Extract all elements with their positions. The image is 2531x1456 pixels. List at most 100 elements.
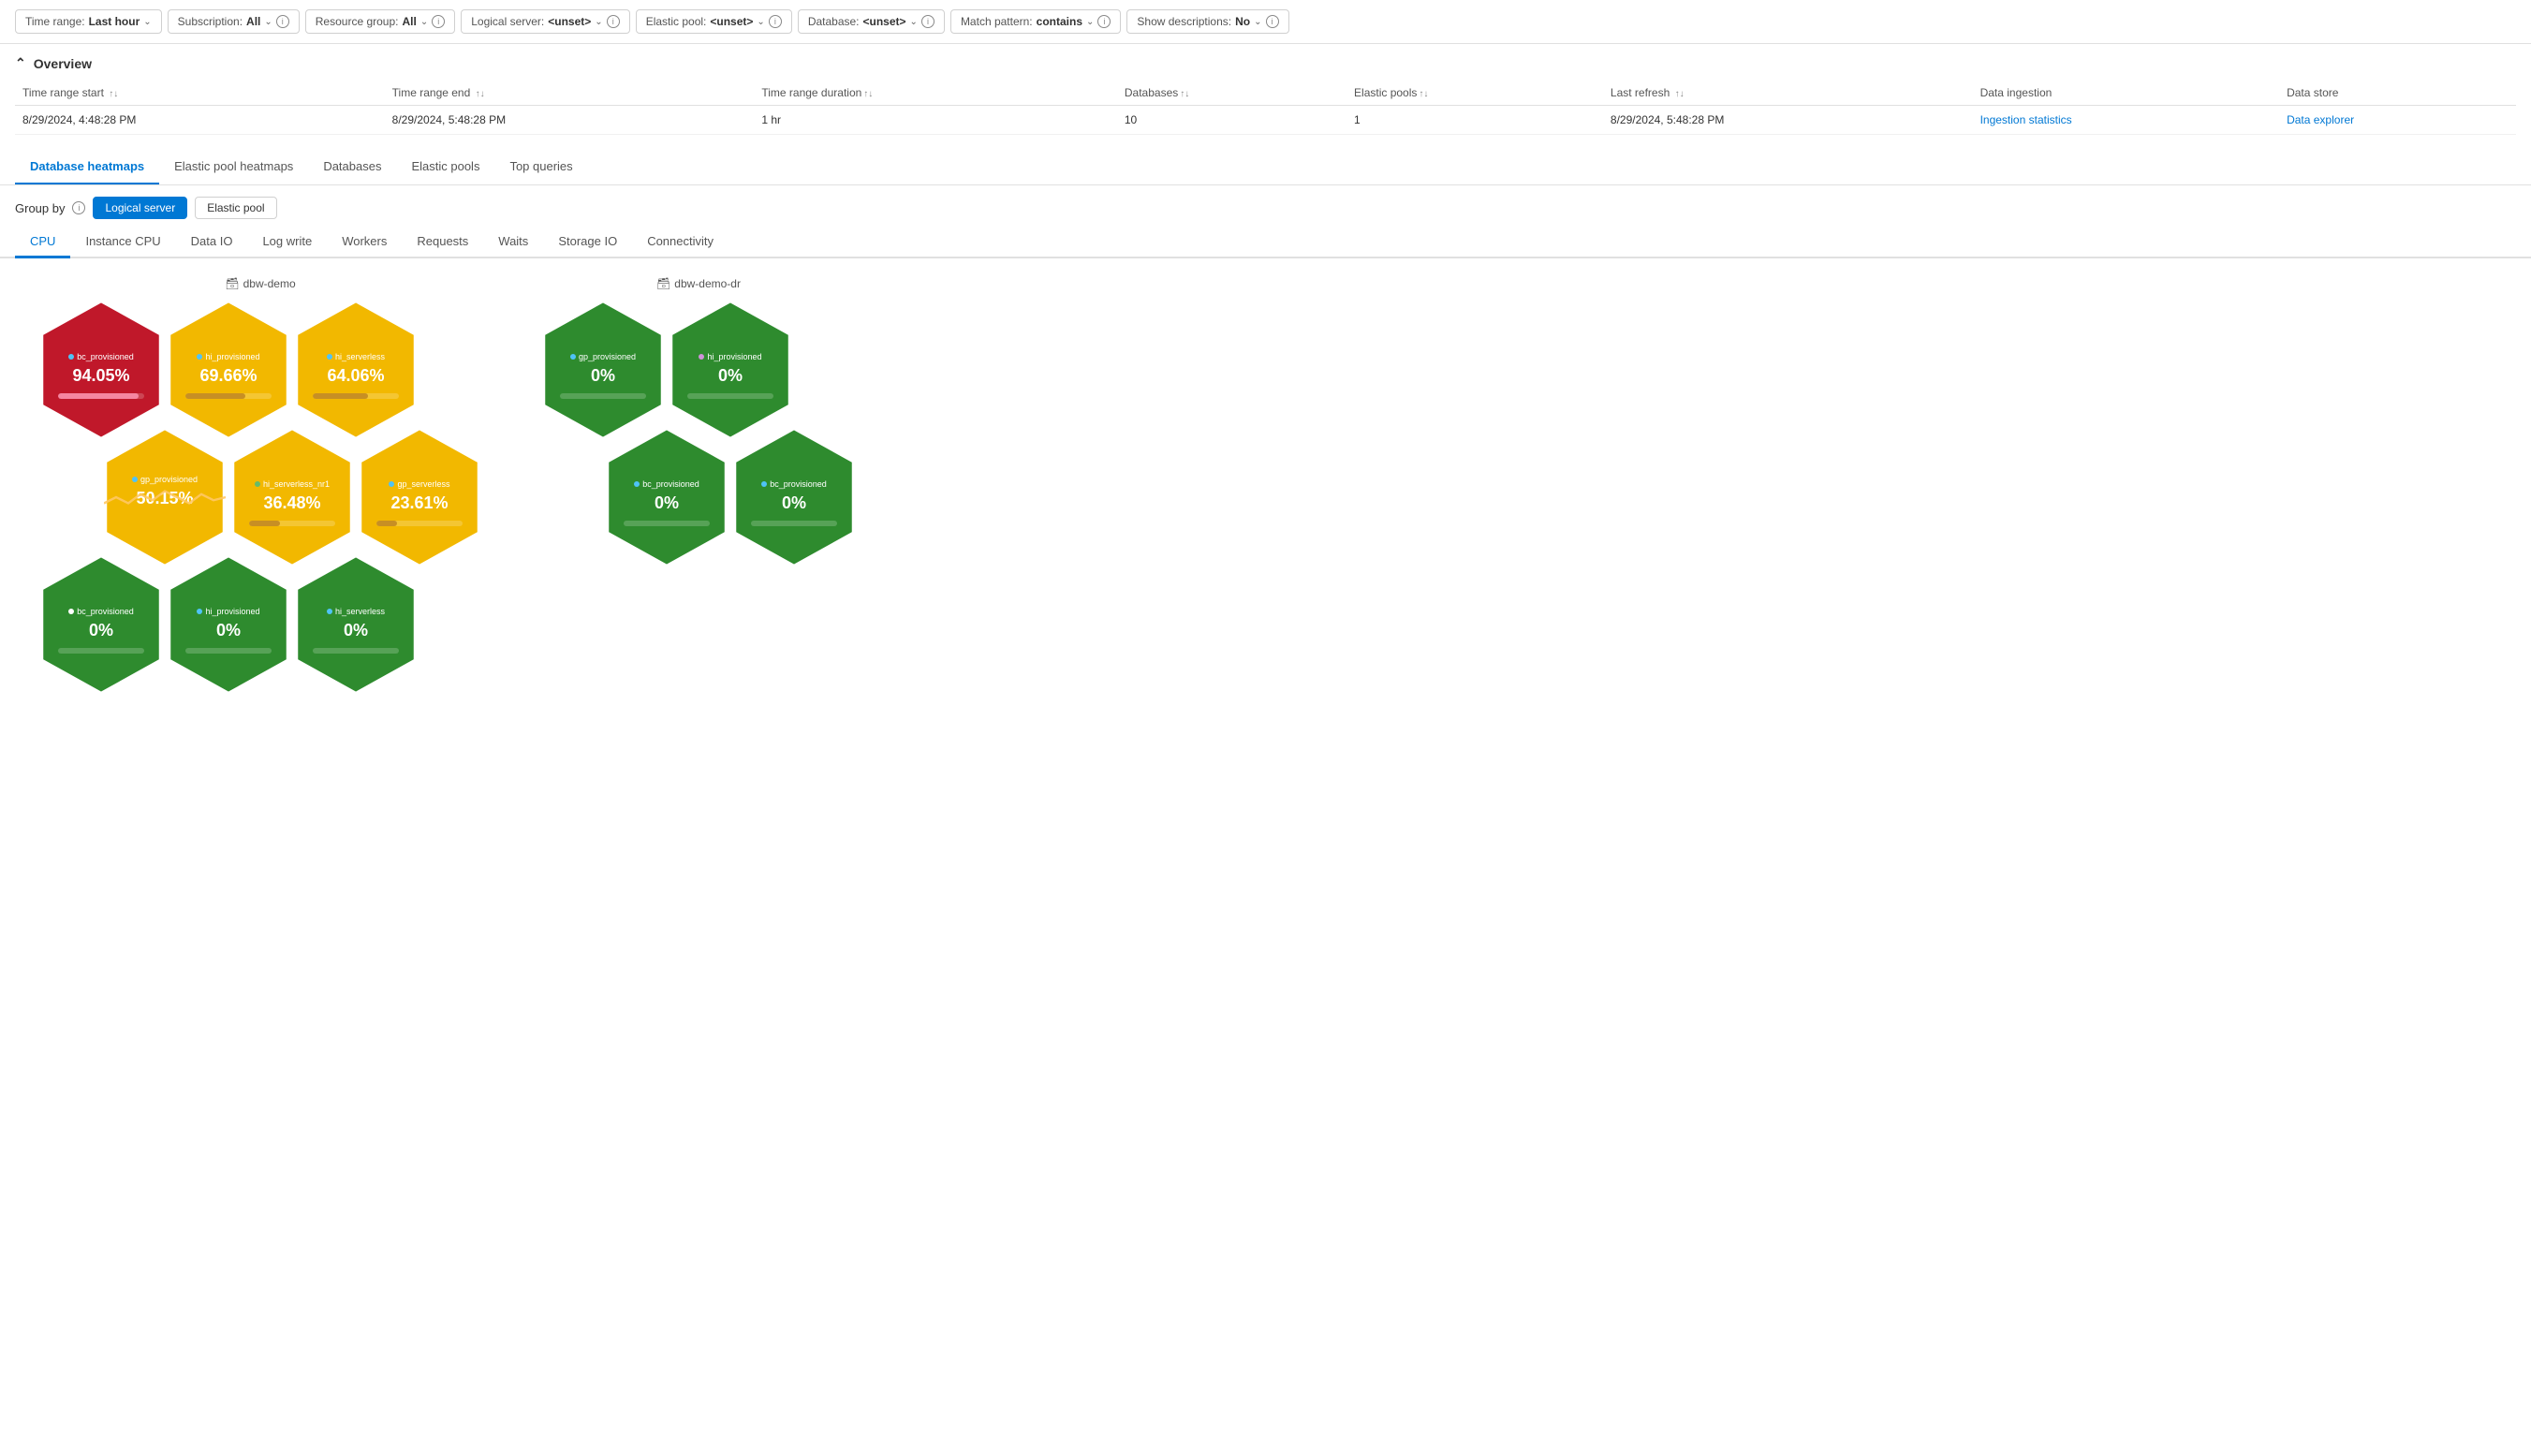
db-name: bc_provisioned [770, 479, 827, 490]
hex-cell[interactable]: hi_provisioned0% [670, 300, 791, 440]
bar-container [313, 393, 398, 399]
time-range-filter[interactable]: Time range: Last hour ⌄ [15, 9, 162, 34]
bar-container [376, 521, 462, 526]
logical-server-filter[interactable]: Logical server: <unset> ⌄ i [461, 9, 629, 34]
bar-container [687, 393, 773, 399]
overview-table: Time range start ↑↓ Time range end ↑↓ Ti… [15, 81, 2516, 135]
db-dot-icon [68, 354, 74, 360]
tab-top-queries[interactable]: Top queries [494, 150, 587, 184]
tab-elastic-pools[interactable]: Elastic pools [396, 150, 494, 184]
main-tabs: Database heatmaps Elastic pool heatmaps … [0, 150, 2531, 185]
hex-value: 0% [782, 493, 806, 513]
subtab-storage-io[interactable]: Storage IO [543, 227, 632, 258]
db-dot-icon [197, 354, 202, 360]
bar [249, 521, 280, 526]
hex-grid: bc_provisioned 94.05% hi_provisioned69.66… [37, 298, 483, 680]
hex-row: bc_provisioned0% hi_provisioned 0% hi_ser… [37, 552, 483, 697]
hex-cell[interactable]: gp_serverless23.61% [359, 427, 480, 567]
hex-value: 0% [591, 366, 615, 386]
col-last-refresh[interactable]: Last refresh ↑↓ [1603, 81, 1973, 106]
overview-title: Overview [34, 56, 92, 71]
elastic-pool-filter[interactable]: Elastic pool: <unset> ⌄ i [636, 9, 792, 34]
hex-value: 0% [655, 493, 679, 513]
hex-content: bc_provisioned 94.05% [40, 300, 162, 440]
bar-container [313, 648, 398, 654]
subtab-cpu[interactable]: CPU [15, 227, 70, 258]
col-elastic-pools[interactable]: Elastic pools↑↓ [1346, 81, 1603, 106]
subtab-waits[interactable]: Waits [483, 227, 543, 258]
db-name: hi_provisioned [205, 607, 259, 617]
subscription-filter[interactable]: Subscription: All ⌄ i [168, 9, 300, 34]
subtab-log-write[interactable]: Log write [247, 227, 327, 258]
subscription-chevron: ⌄ [264, 17, 272, 27]
group-logical-server[interactable]: Logical server [93, 197, 187, 219]
db-name: hi_serverless_nr1 [263, 479, 330, 490]
match-pattern-filter[interactable]: Match pattern: contains ⌄ i [950, 9, 1121, 34]
overview-header[interactable]: ⌃ Overview [15, 55, 2516, 71]
bar-container [751, 521, 836, 526]
hex-content: bc_provisioned0% [40, 554, 162, 695]
hex-cell[interactable]: gp_provisioned0% [542, 300, 664, 440]
subtab-data-io[interactable]: Data IO [176, 227, 248, 258]
hex-value: 94.05% [72, 366, 129, 386]
hex-cell[interactable]: hi_serverless_nr136.48% [231, 427, 353, 567]
logical-server-info-icon: i [607, 15, 620, 28]
db-dot-icon [327, 609, 332, 614]
overview-section: ⌃ Overview Time range start ↑↓ Time rang… [0, 44, 2531, 146]
hex-content: gp_provisioned0% [542, 300, 664, 440]
hex-content: hi_provisioned 0% [168, 554, 289, 695]
resource-group-filter[interactable]: Resource group: All ⌄ i [305, 9, 455, 34]
cell-data-ingestion[interactable]: Ingestion statistics [1973, 106, 2280, 135]
group-by-label: Group by [15, 201, 65, 215]
col-time-range-end[interactable]: Time range end ↑↓ [385, 81, 755, 106]
hex-value: 0% [344, 621, 368, 640]
hex-cell[interactable]: gp_provisioned50.15% [104, 427, 226, 567]
cell-data-store[interactable]: Data explorer [2279, 106, 2516, 135]
show-descriptions-filter[interactable]: Show descriptions: No ⌄ i [1126, 9, 1288, 34]
hex-cell[interactable]: bc_provisioned 0% [733, 427, 855, 567]
subtab-workers[interactable]: Workers [327, 227, 402, 258]
subtab-instance-cpu[interactable]: Instance CPU [70, 227, 175, 258]
hex-row: gp_provisioned50.15% hi_serverless_nr136… [101, 425, 483, 569]
bar-container [624, 521, 709, 526]
bar [313, 393, 367, 399]
db-dot-icon [761, 481, 767, 487]
hex-cell[interactable]: bc_provisioned 94.05% [40, 300, 162, 440]
cluster-label: 🗃 dbw-demo [225, 277, 295, 290]
hex-value: 23.61% [390, 493, 448, 513]
bar [58, 393, 139, 399]
hex-cell[interactable]: hi_provisioned69.66% [168, 300, 289, 440]
db-name: hi_serverless [335, 352, 385, 362]
subtab-requests[interactable]: Requests [402, 227, 483, 258]
subtab-connectivity[interactable]: Connectivity [632, 227, 728, 258]
group-elastic-pool[interactable]: Elastic pool [195, 197, 276, 219]
hex-cell[interactable]: bc_provisioned0% [40, 554, 162, 695]
hex-cell[interactable]: hi_serverless0% [295, 554, 417, 695]
db-name: hi_provisioned [707, 352, 761, 362]
bar [376, 521, 397, 526]
cell-time-range-start: 8/29/2024, 4:48:28 PM [15, 106, 385, 135]
hex-cell[interactable]: bc_provisioned0% [606, 427, 728, 567]
tab-database-heatmaps[interactable]: Database heatmaps [15, 150, 159, 184]
cell-duration: 1 hr [754, 106, 1117, 135]
table-row: 8/29/2024, 4:48:28 PM 8/29/2024, 5:48:28… [15, 106, 2516, 135]
bar-container [560, 393, 645, 399]
show-descriptions-info-icon: i [1266, 15, 1279, 28]
match-pattern-chevron: ⌄ [1086, 17, 1094, 27]
col-databases[interactable]: Databases↑↓ [1117, 81, 1346, 106]
hex-content: bc_provisioned 0% [733, 427, 855, 567]
col-time-range-start[interactable]: Time range start ↑↓ [15, 81, 385, 106]
col-duration[interactable]: Time range duration↑↓ [754, 81, 1117, 106]
hex-cell[interactable]: hi_serverless64.06% [295, 300, 417, 440]
subscription-info-icon: i [276, 15, 289, 28]
database-chevron: ⌄ [910, 17, 918, 27]
hex-cell[interactable]: hi_provisioned 0% [168, 554, 289, 695]
database-filter[interactable]: Database: <unset> ⌄ i [798, 9, 945, 34]
elastic-pool-info-icon: i [769, 15, 782, 28]
tab-elastic-pool-heatmaps[interactable]: Elastic pool heatmaps [159, 150, 308, 184]
db-dot-icon [255, 481, 260, 487]
hex-value: 0% [216, 621, 241, 640]
tab-databases[interactable]: Databases [308, 150, 396, 184]
db-name: bc_provisioned [77, 352, 134, 362]
hex-grid: gp_provisioned0% hi_provisioned0% bc_pro… [539, 298, 858, 552]
